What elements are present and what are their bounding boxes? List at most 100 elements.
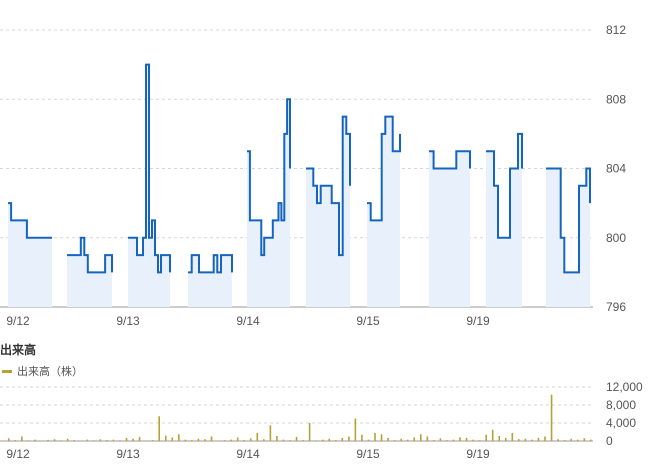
volume-bar (367, 439, 370, 441)
volume-bar (66, 438, 69, 441)
volume-legend-label: 出来高（株） (17, 366, 83, 378)
volume-bar (465, 437, 468, 441)
volume-bar (21, 436, 23, 441)
volume-bar (361, 434, 363, 441)
volume-bar (433, 440, 435, 441)
volume-bar (446, 440, 448, 441)
volume-bar (321, 439, 324, 441)
volume-bar (34, 439, 36, 441)
volume-bar (230, 439, 232, 441)
volume-bar (236, 437, 239, 441)
volume-bar (590, 439, 592, 441)
volume-bar (73, 440, 75, 441)
volume-bar (478, 440, 481, 441)
volume-bar (263, 439, 265, 441)
volume-bar (53, 439, 56, 441)
volume-bar (550, 394, 553, 441)
volume-bar (204, 439, 206, 441)
volume-bar (106, 440, 108, 441)
volume-legend: 出来高（株） (2, 363, 83, 379)
volume-bar (302, 440, 304, 441)
price-area (188, 255, 232, 307)
volume-bar (308, 423, 311, 441)
volume-bar (47, 439, 49, 441)
price-y-tick: 812 (606, 23, 626, 37)
volume-bar (99, 439, 102, 441)
volume-bars (8, 394, 592, 442)
volume-bar (491, 429, 494, 441)
volume-bar (178, 434, 180, 441)
volume-bar (419, 434, 422, 441)
volume-bar (86, 439, 89, 441)
volume-bar (334, 440, 337, 441)
price-area (546, 168, 590, 307)
volume-bar (511, 432, 514, 441)
volume-bar (145, 440, 147, 442)
price-x-tick: 9/13 (116, 314, 140, 328)
volume-bar (354, 418, 357, 441)
volume-bar (400, 438, 402, 441)
volume-x-tick: 9/15 (356, 447, 380, 461)
price-area (8, 203, 52, 307)
volume-y-tick: 0 (606, 434, 613, 448)
volume-bar (413, 437, 416, 441)
volume-bar (426, 436, 429, 441)
volume-bar (276, 436, 278, 441)
volume-grid (0, 386, 593, 442)
volume-bar (171, 437, 174, 441)
price-y-tick: 804 (606, 162, 626, 176)
volume-bar (439, 438, 442, 441)
volume-bar (125, 437, 128, 441)
volume-x-tick: 9/12 (6, 447, 30, 461)
volume-bar (40, 440, 43, 442)
volume-bar (191, 440, 193, 441)
price-x-ticks: 9/12 9/13 9/14 9/15 9/19 (6, 314, 490, 328)
volume-bar (217, 440, 219, 442)
volume-x-tick: 9/19 (466, 447, 490, 461)
price-area (429, 151, 470, 307)
volume-bar (151, 440, 154, 441)
volume-bar (583, 438, 586, 441)
price-x-tick: 9/19 (466, 314, 490, 328)
volume-bar (132, 438, 134, 441)
volume-bar (112, 439, 115, 441)
volume-x-tick: 9/14 (236, 447, 260, 461)
volume-bar (452, 439, 455, 441)
price-y-tick: 808 (606, 92, 626, 106)
volume-bar (348, 436, 350, 441)
volume-bar (563, 440, 566, 441)
volume-bar (184, 439, 187, 441)
volume-bar (223, 440, 226, 441)
volume-bar (79, 440, 82, 442)
volume-bar (518, 439, 520, 441)
volume-y-tick: 8,000 (606, 398, 636, 412)
volume-bar (60, 440, 62, 441)
volume-bar (289, 440, 291, 441)
volume-x-tick: 9/13 (116, 447, 140, 461)
volume-bar (537, 437, 540, 441)
price-y-tick: 800 (606, 231, 626, 245)
volume-bar (387, 437, 389, 441)
price-area (486, 133, 522, 307)
volume-y-ticks: 12,000 8,000 4,000 0 (606, 380, 643, 448)
volume-title: 出来高 (0, 343, 37, 357)
volume-bar (243, 440, 246, 441)
volume-bar (249, 438, 252, 441)
price-areas (8, 64, 590, 307)
volume-bar (295, 436, 298, 441)
volume-bar (197, 438, 200, 441)
volume-y-tick: 4,000 (606, 416, 636, 430)
volume-bar (576, 439, 579, 441)
stock-chart: 812 808 804 800 796 9/12 9/13 9/14 9/15 9/19 12,… (0, 23, 643, 461)
volume-bar (119, 440, 121, 441)
volume-bar (210, 436, 213, 441)
volume-bar (472, 439, 474, 441)
volume-bar (570, 438, 572, 441)
volume-bar (328, 438, 331, 441)
volume-bar (14, 440, 17, 441)
volume-bar (164, 435, 167, 441)
volume-bar (544, 436, 546, 441)
volume-bar (93, 440, 95, 441)
volume-bar (406, 439, 409, 441)
volume-bar (269, 425, 272, 441)
